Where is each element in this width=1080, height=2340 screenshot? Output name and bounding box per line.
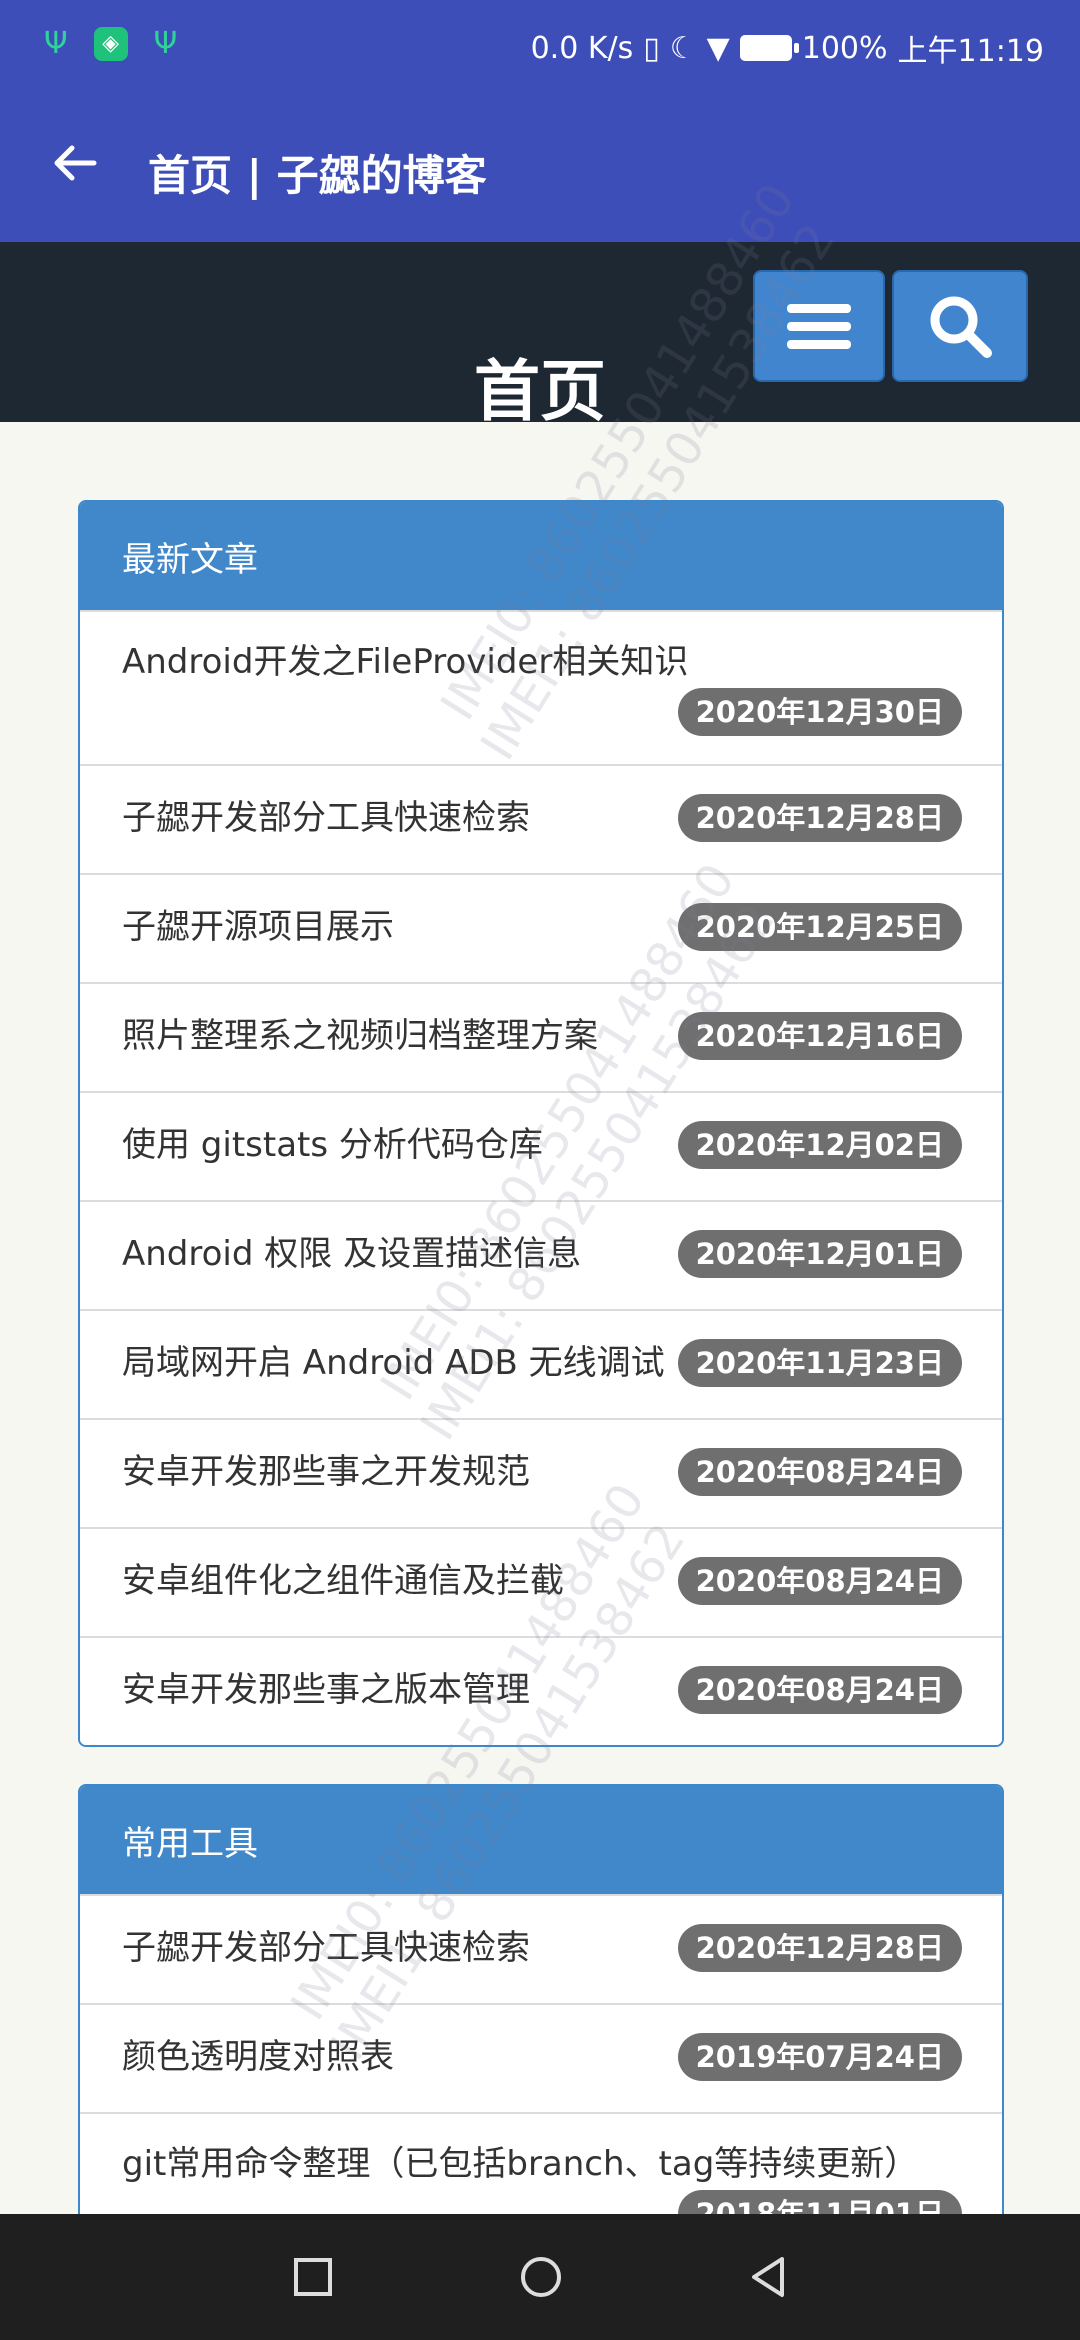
- article-item[interactable]: Android开发之FileProvider相关知识 2020年12月30日: [80, 610, 1002, 764]
- back-triangle-icon[interactable]: [746, 2254, 792, 2300]
- menu-button[interactable]: [753, 270, 885, 382]
- panel-title: 最新文章: [80, 502, 1002, 610]
- tool-title: git常用命令整理（已包括branch、tag等持续更新）: [122, 2144, 919, 2184]
- tool-item[interactable]: 子勰开发部分工具快速检索 2020年12月28日: [80, 1894, 1002, 2003]
- date-badge: 2020年12月28日: [677, 1924, 962, 1972]
- tool-title: 子勰开发部分工具快速检索: [122, 1928, 530, 1968]
- date-badge: 2020年11月23日: [677, 1339, 962, 1387]
- status-bar: Ψ ◈ Ψ 0.0 K/s ▯ ☾ ▼ 100% 上午11:19: [0, 0, 1080, 98]
- app-title: 首页 | 子勰的博客: [148, 151, 487, 200]
- page-header: 首页: [0, 242, 1080, 430]
- article-title: 局域网开启 Android ADB 无线调试: [122, 1343, 665, 1383]
- article-item[interactable]: Android 权限 及设置描述信息 2020年12月01日: [80, 1200, 1002, 1309]
- hamburger-menu-icon: [787, 295, 851, 358]
- date-badge: 2020年12月30日: [677, 688, 962, 736]
- article-item[interactable]: 安卓开发那些事之开发规范 2020年08月24日: [80, 1418, 1002, 1527]
- date-badge: 2020年08月24日: [677, 1666, 962, 1714]
- date-badge: 2020年12月02日: [677, 1121, 962, 1169]
- tool-item[interactable]: 颜色透明度对照表 2019年07月24日: [80, 2003, 1002, 2112]
- article-item[interactable]: 照片整理系之视频归档整理方案 2020年12月16日: [80, 982, 1002, 1091]
- article-item[interactable]: 使用 gitstats 分析代码仓库 2020年12月02日: [80, 1091, 1002, 1200]
- search-button[interactable]: [892, 270, 1028, 382]
- date-badge: 2019年07月24日: [677, 2033, 962, 2081]
- app-bar: 首页 | 子勰的博客: [0, 98, 1080, 242]
- clock: 上午11:19: [897, 34, 1044, 69]
- common-tools-panel: 常用工具 子勰开发部分工具快速检索 2020年12月28日 颜色透明度对照表 2…: [78, 1784, 1004, 2268]
- battery-icon: [739, 35, 799, 61]
- arrow-left-icon[interactable]: [50, 138, 100, 188]
- article-item[interactable]: 安卓开发那些事之版本管理 2020年08月24日: [80, 1636, 1002, 1745]
- article-title: 安卓开发那些事之开发规范: [122, 1452, 530, 1492]
- date-badge: 2020年12月16日: [677, 1012, 962, 1060]
- date-badge: 2020年12月28日: [677, 794, 962, 842]
- article-title: 子勰开发部分工具快速检索: [122, 798, 530, 838]
- search-icon: [930, 296, 992, 358]
- article-item[interactable]: 子勰开发部分工具快速检索 2020年12月28日: [80, 764, 1002, 873]
- article-item[interactable]: 子勰开源项目展示 2020年12月25日: [80, 873, 1002, 982]
- article-title: 照片整理系之视频归档整理方案: [122, 1016, 598, 1056]
- wifi-icon: ▼: [706, 30, 730, 66]
- navigation-bar: [0, 2214, 1080, 2340]
- usb-icon: Ψ: [153, 26, 178, 61]
- panel-title: 常用工具: [80, 1786, 1002, 1894]
- article-item[interactable]: 安卓组件化之组件通信及拦截 2020年08月24日: [80, 1527, 1002, 1636]
- article-title: 安卓开发那些事之版本管理: [122, 1670, 530, 1710]
- moon-icon: ☾: [669, 30, 697, 66]
- article-title: Android 权限 及设置描述信息: [122, 1234, 582, 1274]
- recents-square-icon[interactable]: [290, 2254, 336, 2300]
- status-left-icons: Ψ ◈ Ψ: [44, 26, 177, 61]
- home-circle-icon[interactable]: [518, 2254, 564, 2300]
- article-item[interactable]: 局域网开启 Android ADB 无线调试 2020年11月23日: [80, 1309, 1002, 1418]
- article-title: Android开发之FileProvider相关知识: [122, 642, 689, 682]
- vibrate-icon: ▯: [643, 30, 660, 66]
- article-title: 子勰开源项目展示: [122, 907, 394, 947]
- battery-percent: 100%: [801, 30, 888, 66]
- latest-articles-panel: 最新文章 Android开发之FileProvider相关知识 2020年12月…: [78, 500, 1004, 1747]
- date-badge: 2020年08月24日: [677, 1557, 962, 1605]
- app-icon: ◈: [93, 26, 128, 61]
- date-badge: 2020年12月25日: [677, 903, 962, 951]
- usb-icon: Ψ: [44, 26, 68, 61]
- article-title: 安卓组件化之组件通信及拦截: [122, 1561, 564, 1601]
- date-badge: 2020年12月01日: [677, 1230, 962, 1278]
- article-title: 使用 gitstats 分析代码仓库: [122, 1125, 543, 1165]
- tool-title: 颜色透明度对照表: [122, 2037, 394, 2077]
- network-speed: 0.0 K/s: [530, 30, 634, 66]
- status-right: 0.0 K/s ▯ ☾ ▼ 100% 上午11:19: [531, 26, 1044, 70]
- date-badge: 2020年08月24日: [677, 1448, 962, 1496]
